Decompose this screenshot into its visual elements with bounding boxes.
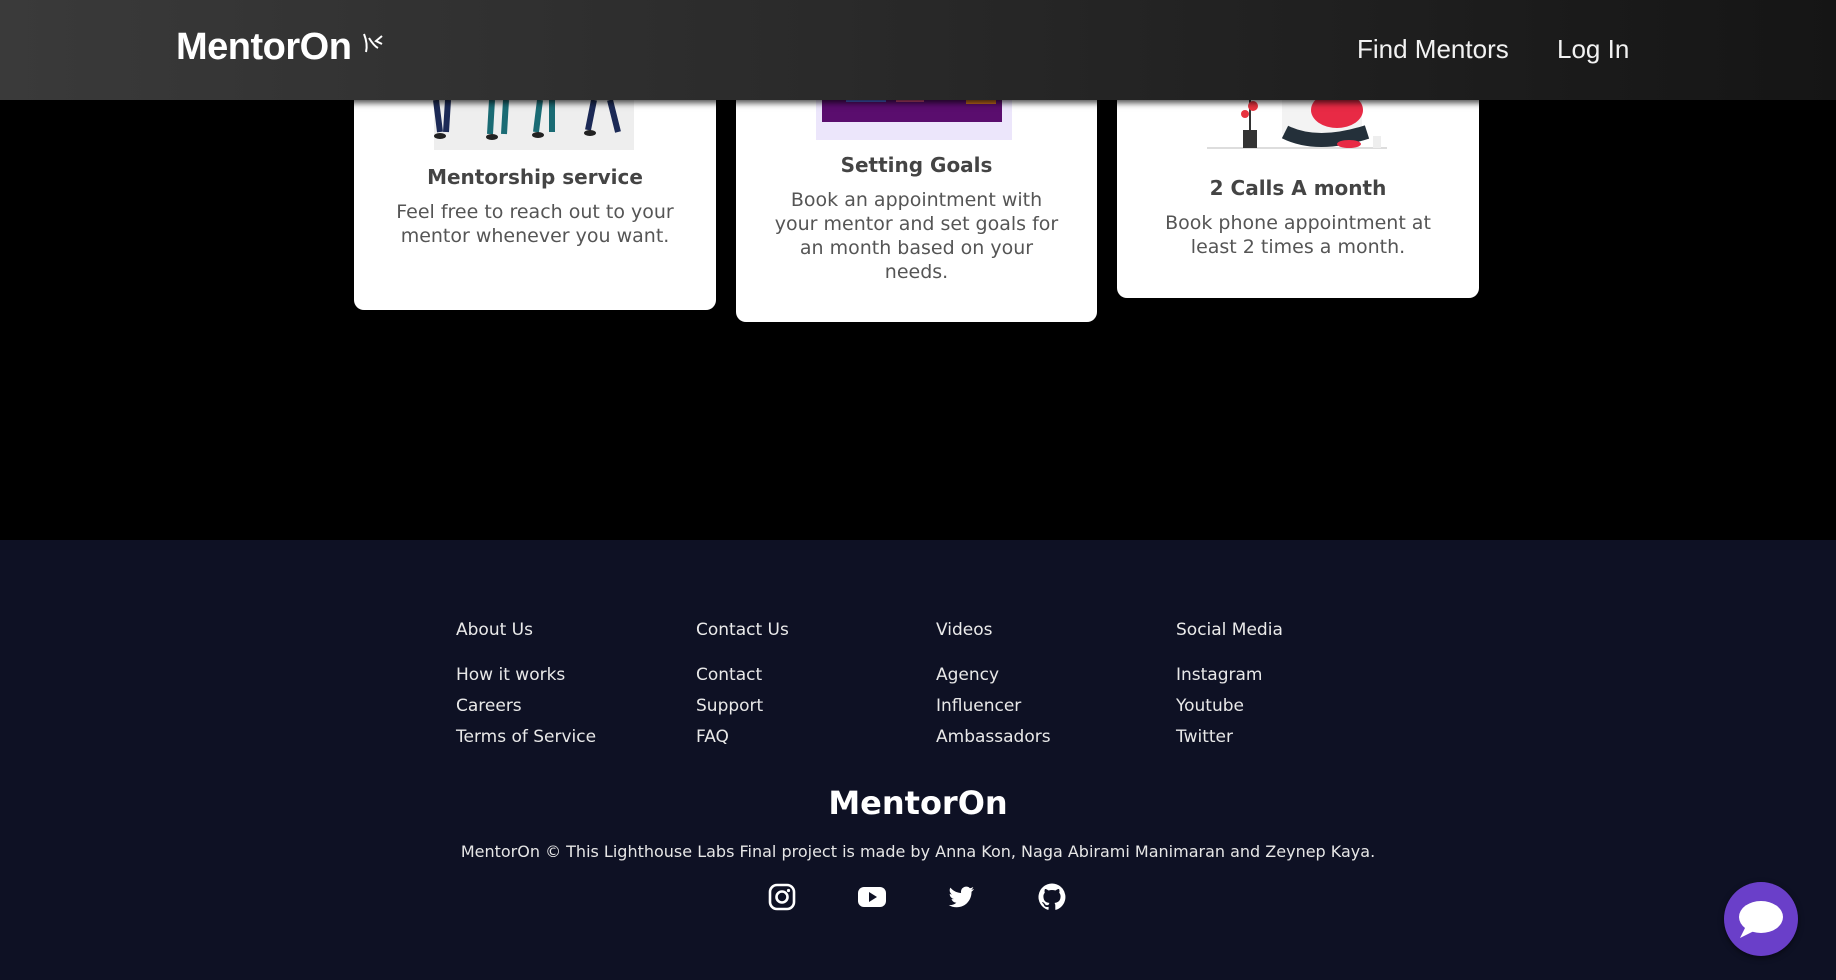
chat-widget-button[interactable] (1724, 882, 1798, 956)
nav-log-in[interactable]: Log In (1557, 34, 1629, 65)
nav-find-mentors[interactable]: Find Mentors (1357, 34, 1509, 65)
footer-column-contact: Contact Us Contact Support FAQ (696, 620, 916, 753)
twitter-icon[interactable] (946, 882, 976, 912)
card-title: 2 Calls A month (1209, 176, 1387, 200)
chat-bubble-icon (1739, 901, 1783, 938)
footer-link[interactable]: Careers (456, 691, 676, 722)
youtube-icon[interactable] (857, 882, 887, 912)
footer-column-heading: Videos (936, 620, 993, 640)
card-description: Book phone appointment at least 2 times … (1165, 212, 1431, 258)
site-footer: About Us How it works Careers Terms of S… (0, 540, 1836, 980)
footer-column-heading: Contact Us (696, 620, 789, 640)
card-description: Feel free to reach out to your mentor wh… (396, 201, 674, 247)
site-logo[interactable]: MentorOn (176, 26, 352, 69)
footer-link[interactable]: Influencer (936, 691, 1156, 722)
footer-column-videos: Videos Agency Influencer Ambassadors (936, 620, 1156, 753)
footer-link[interactable]: FAQ (696, 722, 916, 753)
card-title: Setting Goals (840, 153, 993, 177)
card-title: Mentorship service (427, 165, 643, 189)
top-navbar: MentorOn Find Mentors Log In (0, 0, 1836, 100)
footer-link[interactable]: How it works (456, 660, 676, 691)
footer-link[interactable]: Ambassadors (936, 722, 1156, 753)
footer-copyright: MentorOn © This Lighthouse Labs Final pr… (460, 842, 1376, 861)
footer-column-heading: Social Media (1176, 620, 1283, 640)
footer-link[interactable]: Youtube (1176, 691, 1396, 722)
footer-link[interactable]: Instagram (1176, 660, 1396, 691)
footer-column-about: About Us How it works Careers Terms of S… (456, 620, 676, 753)
instagram-icon[interactable] (767, 882, 797, 912)
footer-link[interactable]: Support (696, 691, 916, 722)
footer-link[interactable]: Contact (696, 660, 916, 691)
footer-brand: MentorOn (828, 784, 1008, 822)
footer-link[interactable]: Twitter (1176, 722, 1396, 753)
footer-column-social: Social Media Instagram Youtube Twitter (1176, 620, 1396, 753)
footer-column-heading: About Us (456, 620, 533, 640)
footer-link[interactable]: Terms of Service (456, 722, 676, 753)
logo-sparkle-icon (363, 33, 383, 53)
github-icon[interactable] (1037, 882, 1067, 912)
footer-link[interactable]: Agency (936, 660, 1156, 691)
card-description: Book an appointment with your mentor and… (774, 189, 1059, 283)
